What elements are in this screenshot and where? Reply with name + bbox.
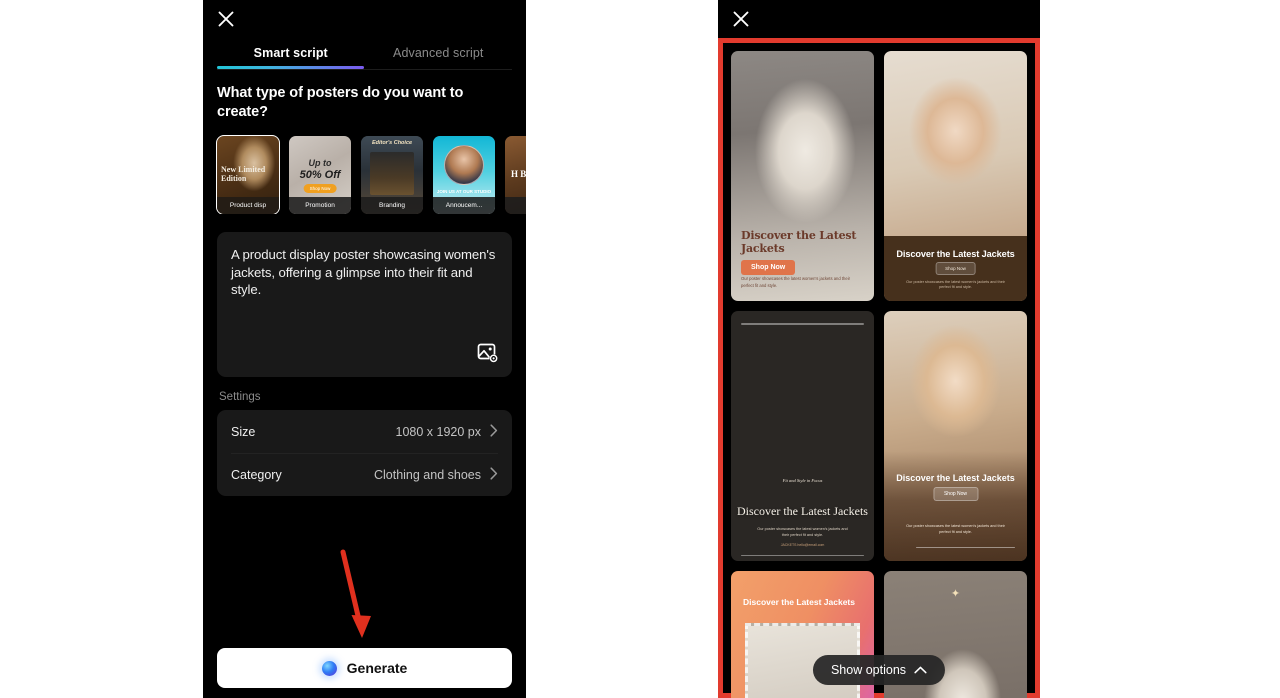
poster-card[interactable]: Fit and Style in Focus Discover the Late… (731, 311, 874, 561)
chip-label: Promotion (289, 197, 351, 215)
close-icon[interactable] (213, 6, 239, 32)
chevron-up-icon (914, 663, 927, 677)
close-icon[interactable] (728, 6, 754, 32)
script-mode-tabs: Smart script Advanced script (203, 40, 526, 69)
poster-cta-button[interactable]: Shop Now (741, 260, 796, 275)
chevron-right-icon (490, 467, 498, 482)
poster-title: Discover the Latest Jackets (741, 229, 857, 255)
chip-art-text: New Limited Edition (221, 165, 266, 183)
tab-smart-script[interactable]: Smart script (217, 40, 365, 69)
poster-cta-button[interactable]: Shop Now (932, 487, 979, 501)
poster-title: Discover the Latest Jackets (737, 504, 868, 519)
poster-subtitle: Our poster showcases the latest women's … (906, 523, 1005, 534)
setting-label: Category (231, 467, 282, 482)
smart-script-panel: Smart script Advanced script What type o… (203, 0, 526, 698)
chip-label: P (505, 197, 526, 215)
screenshot-stage: Smart script Advanced script What type o… (0, 0, 1280, 698)
ai-sparkle-orb-icon (321, 660, 337, 676)
poster-card[interactable]: Discover the Latest Jackets Shop Now Our… (884, 311, 1027, 561)
chip-label: Branding (361, 197, 423, 215)
poster-type-chip-announcement[interactable]: JOIN US AT OUR STUDIO Annoucem... (433, 136, 495, 215)
poster-results-panel: Discover the Latest Jackets Shop Now Our… (718, 0, 1040, 698)
chip-art-eyebrow: Editor's Choice (371, 140, 413, 147)
settings-card: Size 1080 x 1920 px Category Clothing an… (217, 410, 512, 497)
chip-art-button: Shop Now (303, 184, 337, 194)
chip-art-text: JOIN US AT OUR STUDIO (436, 189, 492, 195)
prompt-text[interactable]: A product display poster showcasing wome… (231, 246, 498, 299)
poster-subtitle: Our poster showcases the latest women's … (757, 527, 848, 538)
poster-subtitle: Our poster showcases the latest women's … (906, 279, 1005, 290)
poster-type-chip-product-display[interactable]: New Limited Edition Product disp (216, 135, 280, 215)
poster-top-scrubber (741, 323, 864, 325)
poster-bottom-scrubber[interactable] (916, 546, 1015, 548)
page-title: What type of posters do you want to crea… (217, 85, 464, 121)
chip-label: Product disp (217, 197, 279, 215)
poster-type-chip-more[interactable]: H BI P (505, 136, 526, 215)
chip-art-text: H BI (511, 169, 526, 180)
setting-label: Size (231, 424, 256, 439)
poster-type-chip-promotion[interactable]: Up to 50% Off Shop Now Promotion (289, 136, 351, 215)
poster-gradient-overlay (884, 451, 1027, 561)
settings-section-label: Settings (219, 391, 261, 404)
image-settings-icon[interactable] (476, 341, 500, 365)
chip-art-line2: 50% Off (299, 169, 341, 182)
chip-art-storefront (370, 152, 414, 196)
setting-value: Clothing and shoes (373, 467, 481, 482)
poster-bottom-scrubber[interactable] (741, 554, 864, 556)
poster-cta-button[interactable]: Shop Now (935, 262, 976, 275)
show-options-label: Show options (830, 663, 907, 677)
setting-row-size[interactable]: Size 1080 x 1920 px (217, 410, 512, 453)
generate-button[interactable]: Generate (217, 648, 512, 688)
poster-title: Discover the Latest Jackets (896, 249, 1015, 259)
chip-label: Annoucem... (433, 197, 495, 215)
chevron-right-icon (490, 424, 498, 439)
poster-eyebrow: Fit and Style in Focus (782, 478, 823, 483)
left-panel-header (203, 0, 526, 38)
tab-advanced-script[interactable]: Advanced script (365, 40, 513, 69)
poster-card[interactable]: Discover the Latest Jackets Shop Now Our… (884, 51, 1027, 301)
right-panel-header (718, 0, 1040, 38)
prompt-input-box[interactable]: A product display poster showcasing wome… (217, 232, 512, 378)
sparkle-icon: ✦ (950, 588, 961, 600)
poster-title: Discover the Latest Jackets (743, 597, 855, 607)
setting-value: 1080 x 1920 px (395, 424, 482, 439)
poster-card[interactable]: Discover the Latest Jackets Shop Now Our… (731, 51, 874, 301)
chip-art-portrait (444, 145, 484, 186)
poster-grid: Discover the Latest Jackets Shop Now Our… (731, 51, 1027, 698)
active-tab-underline (217, 66, 364, 69)
poster-type-chip-branding[interactable]: Editor's Choice Branding (361, 136, 423, 215)
setting-row-category[interactable]: Category Clothing and shoes (217, 453, 512, 496)
poster-subtitle: Our poster showcases the latest women's … (741, 276, 851, 288)
poster-title: Discover the Latest Jackets (896, 473, 1015, 483)
chip-art-line1: Up to (308, 158, 332, 169)
generate-button-label: Generate (346, 660, 408, 676)
poster-brand-line: JACKETS hello@email.com (780, 543, 825, 548)
results-highlight-frame: Discover the Latest Jackets Shop Now Our… (718, 38, 1040, 698)
poster-type-chip-list[interactable]: New Limited Edition Product disp Up to 5… (203, 122, 526, 215)
show-options-button[interactable]: Show options (812, 655, 946, 685)
